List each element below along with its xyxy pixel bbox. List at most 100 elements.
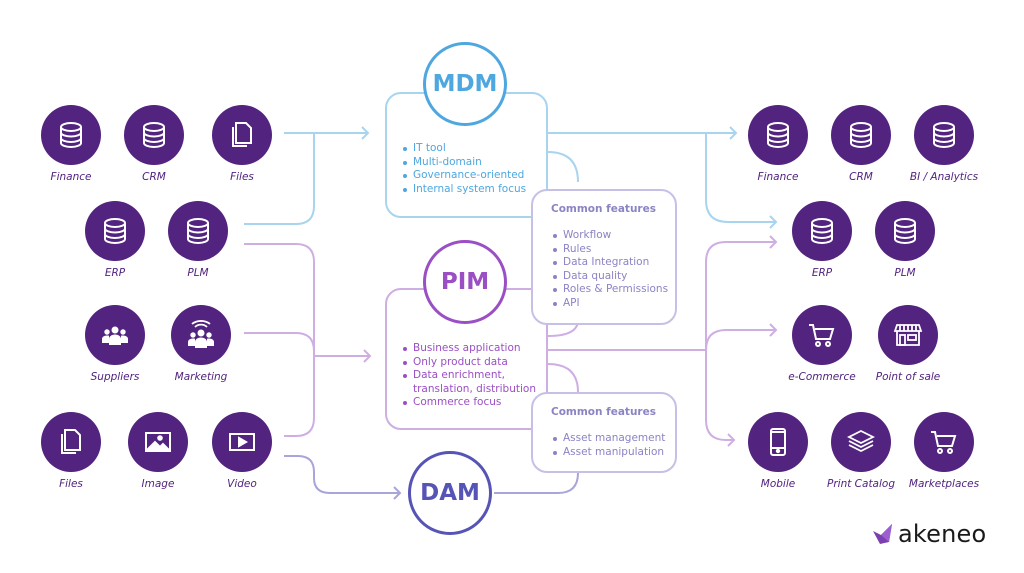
node-label: BI / Analytics xyxy=(909,171,979,183)
common-feature-item: Rules xyxy=(551,243,675,257)
common-features-title: Common features xyxy=(551,406,656,418)
pim-bullet: Business application xyxy=(401,342,546,356)
people-icon xyxy=(102,326,128,345)
database-icon xyxy=(187,218,209,244)
cart-icon xyxy=(808,324,834,347)
node-label: ERP xyxy=(104,267,126,279)
node-label: PLM xyxy=(894,267,916,279)
pim-title: PIM xyxy=(440,269,490,295)
pim-bullet: Only product data xyxy=(401,356,546,370)
database-icon xyxy=(143,122,165,148)
pim-bullet: Commerce focus xyxy=(401,396,546,410)
mdm-bullet: Governance-oriented xyxy=(401,169,546,183)
pim-bullets: Business application Only product data D… xyxy=(401,342,546,410)
node-label: Point of sale xyxy=(875,371,941,383)
dest-point-of-sale: Point of sale xyxy=(868,305,948,383)
source-marketing: Marketing xyxy=(161,305,241,383)
common-feature-item: Workflow xyxy=(551,229,675,243)
node-label: Mobile xyxy=(760,478,796,490)
pim-input-line xyxy=(314,349,372,363)
common-feature-item: Data quality xyxy=(551,270,675,284)
dam-input-line xyxy=(284,455,402,500)
node-label: Video xyxy=(227,478,257,490)
files-icon xyxy=(61,429,81,454)
node-label: Files xyxy=(59,478,83,490)
dest-crm: CRM xyxy=(821,105,901,183)
dam-output-line xyxy=(494,472,579,494)
source-suppliers: Suppliers xyxy=(75,305,155,383)
mdm-bullet: IT tool xyxy=(401,142,546,156)
akeneo-logo: akeneo xyxy=(872,520,986,548)
pim-hub: PIM xyxy=(423,240,507,324)
pim-input-marketing-line xyxy=(244,332,315,352)
pim-output-erp-line xyxy=(705,235,778,350)
node-label: CRM xyxy=(849,171,873,183)
common-features-bullets: Asset management Asset manipulation xyxy=(551,432,675,459)
common-feature-item: API xyxy=(551,297,675,311)
database-icon xyxy=(933,122,955,148)
dest-ecommerce: e-Commerce xyxy=(782,305,862,383)
dest-bi-analytics: BI / Analytics xyxy=(904,105,984,183)
database-icon xyxy=(894,218,916,244)
source-files: Files xyxy=(202,105,282,183)
database-icon xyxy=(104,218,126,244)
node-label: Image xyxy=(141,478,175,490)
node-label: PLM xyxy=(187,267,209,279)
mdm-box-arc xyxy=(547,151,579,183)
source-image: Image xyxy=(118,412,198,490)
mdm-hub: MDM xyxy=(423,42,507,126)
common-feature-item: Asset management xyxy=(551,432,675,446)
mdm-input-line xyxy=(284,126,370,140)
node-label: Print Catalog xyxy=(827,478,895,490)
dam-hub: DAM xyxy=(408,451,492,535)
pim-box-arc-bottom xyxy=(547,363,579,393)
mdm-bullets: IT tool Multi-domain Governance-oriented… xyxy=(401,142,546,196)
node-label: ERP xyxy=(811,267,833,279)
node-label: Suppliers xyxy=(90,371,140,383)
dam-title: DAM xyxy=(420,480,480,506)
common-features-title: Common features xyxy=(551,203,656,215)
database-icon xyxy=(850,122,872,148)
dest-marketplaces: Marketplaces xyxy=(904,412,984,490)
broadcast-people-icon xyxy=(185,319,217,351)
common-feature-item: Data Integration xyxy=(551,256,675,270)
dest-finance: Finance xyxy=(738,105,818,183)
node-label: CRM xyxy=(142,171,166,183)
files-icon xyxy=(232,122,252,147)
mdm-output-line xyxy=(548,126,738,140)
source-erp: ERP xyxy=(75,201,155,279)
node-label: Finance xyxy=(50,171,92,183)
image-icon xyxy=(145,432,171,452)
source-plm: PLM xyxy=(158,201,238,279)
node-label: e-Commerce xyxy=(788,371,856,383)
pim-output-mobile-line xyxy=(705,350,736,447)
store-icon xyxy=(894,324,922,346)
layers-icon xyxy=(848,430,874,452)
database-icon xyxy=(811,218,833,244)
common-feature-item: Asset manipulation xyxy=(551,446,675,460)
akeneo-logo-icon xyxy=(873,524,892,544)
pim-bullet: Data enrichment, translation, distributi… xyxy=(401,369,543,396)
source-video: Video xyxy=(202,412,282,490)
dest-print-catalog: Print Catalog xyxy=(821,412,901,490)
mdm-title: MDM xyxy=(432,71,498,97)
pim-output-ecommerce-line xyxy=(705,323,778,351)
logo-text: akeneo xyxy=(898,520,987,548)
node-label: Finance xyxy=(757,171,799,183)
common-features-bullets: Workflow Rules Data Integration Data qua… xyxy=(551,229,675,310)
source-crm: CRM xyxy=(114,105,194,183)
node-label: Marketing xyxy=(174,371,228,383)
common-features-box-2: Common features Asset management Asset m… xyxy=(531,392,677,473)
dest-erp: ERP xyxy=(782,201,862,279)
mdm-bullet: Multi-domain xyxy=(401,156,546,170)
common-features-box-1: Common features Workflow Rules Data Inte… xyxy=(531,189,677,325)
source-finance: Finance xyxy=(31,105,111,183)
source-files-2: Files xyxy=(31,412,111,490)
mdm-bullet: Internal system focus xyxy=(401,183,546,197)
database-icon xyxy=(767,122,789,148)
mobile-icon xyxy=(770,428,786,456)
common-feature-item: Roles & Permissions xyxy=(551,283,675,297)
node-label: Marketplaces xyxy=(908,478,980,490)
dest-plm: PLM xyxy=(865,201,945,279)
cart-icon xyxy=(930,431,956,454)
